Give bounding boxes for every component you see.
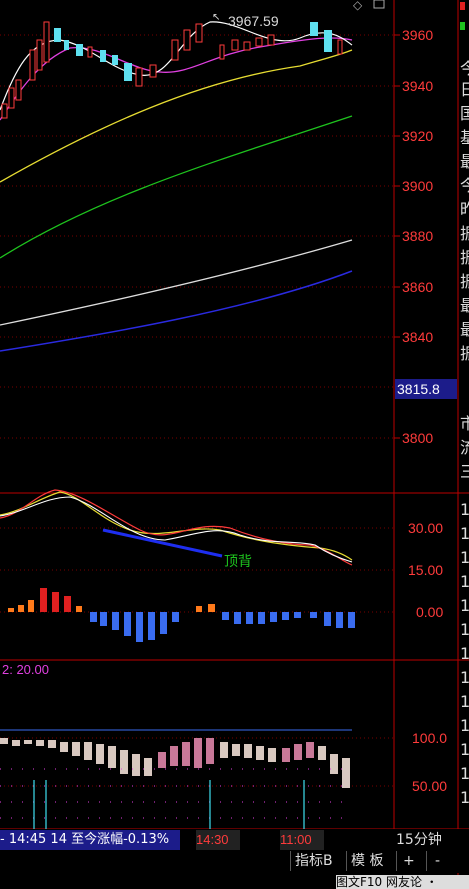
kd-header: 2: 20.00 xyxy=(2,662,49,677)
time-axis-bar: - 14:45 14 至今涨幅-0.13% 14:30 11:00 15分钟 xyxy=(0,829,469,851)
zoom-in-button[interactable]: + xyxy=(396,851,429,871)
status-bar[interactable]: 图文F10 网友论 ・ xyxy=(336,875,469,889)
time-label-1430: 14:30 xyxy=(196,830,240,850)
y-tick-3880: 3880 xyxy=(402,228,434,244)
price-high-label: 3967.59 xyxy=(228,13,279,29)
current-price-label: 3815.8 xyxy=(395,379,457,399)
ma-green xyxy=(0,115,353,259)
zoom-out-button[interactable]: - xyxy=(426,851,461,871)
svg-text:↖: ↖ xyxy=(212,12,220,23)
macd-tick-0: 0.00 xyxy=(416,604,444,620)
bottom-toolbar: 指标B 模 板 + - xyxy=(0,851,469,873)
time-label-1100: 11:00 xyxy=(280,830,324,850)
interval-info: - 14:45 14 至今涨幅-0.13% xyxy=(0,830,180,850)
ma-yellow xyxy=(0,49,353,183)
y-tick-3900: 3900 xyxy=(402,178,434,194)
macd-tick-30: 30.00 xyxy=(408,520,444,536)
divergence-label: 顶背 xyxy=(224,554,252,570)
kd-bars xyxy=(0,738,350,788)
indicator-button[interactable]: 指标B xyxy=(290,851,347,871)
macd-tick-15: 15.00 xyxy=(408,562,444,578)
kd-tick-100: 100.0 xyxy=(412,730,448,746)
y-tick-3840: 3840 xyxy=(402,329,434,345)
y-tick-3940: 3940 xyxy=(402,78,434,94)
svg-text:◇: ◇ xyxy=(353,0,363,12)
macd-bars xyxy=(8,588,355,642)
y-tick-3800: 3800 xyxy=(402,430,434,446)
kd-tick-50: 50.00 xyxy=(412,778,448,794)
y-tick-3920: 3920 xyxy=(402,128,434,144)
y-tick-3860: 3860 xyxy=(402,279,434,295)
template-button[interactable]: 模 板 xyxy=(346,851,397,871)
candles xyxy=(1,21,343,119)
chart-canvas[interactable]: ↖ ◇ xyxy=(0,0,469,889)
ma-white xyxy=(0,239,353,326)
y-tick-3960: 3960 xyxy=(402,27,434,43)
ma-blue xyxy=(0,270,353,352)
period-selector[interactable]: 15分钟 xyxy=(396,830,456,850)
